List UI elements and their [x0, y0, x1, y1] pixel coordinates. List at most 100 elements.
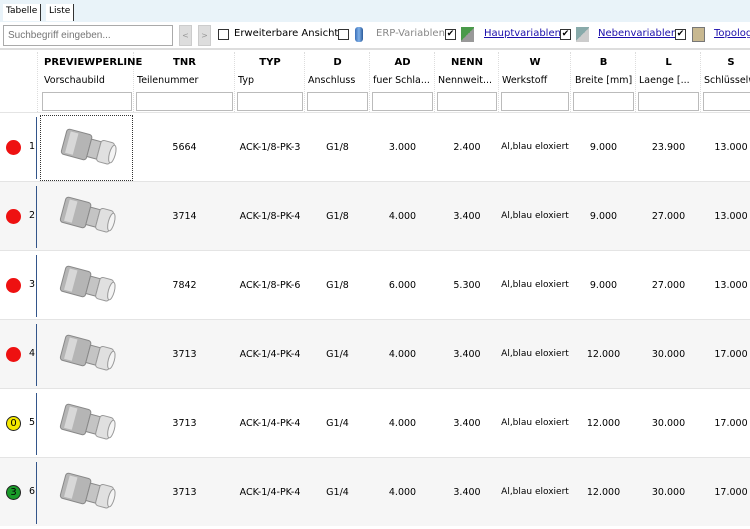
row-number: 4	[29, 348, 36, 359]
cell-s: 17.000	[714, 349, 748, 360]
cell-s: 13.000	[714, 142, 748, 153]
filter-l[interactable]	[638, 92, 699, 111]
cell-nenn: 3.400	[453, 487, 481, 498]
cell-tnr: 3713	[172, 349, 197, 360]
col-header-b[interactable]: B	[571, 57, 636, 68]
cell-nenn: 2.400	[453, 142, 481, 153]
table-row[interactable]: 3 6 3713 ACK-1/4-PK-4 G1/4 4.000 3.400 Al,blau …	[0, 457, 750, 526]
filter-preview[interactable]	[42, 92, 132, 111]
cell-typ: ACK-1/8-PK-6	[239, 280, 301, 291]
cell-tnr: 3714	[172, 211, 197, 222]
filter-d[interactable]	[307, 92, 368, 111]
table-row[interactable]: 2 3714 ACK-1/8-PK-4 G1/8 4.000 3.400 Al,blau e…	[0, 181, 750, 250]
cell-nenn: 3.400	[453, 349, 481, 360]
col-label-ad: fuer Schla...	[373, 75, 430, 86]
main-variables-checkbox[interactable]: ✔	[560, 29, 571, 40]
cell-b: 12.000	[586, 418, 621, 429]
table-row[interactable]: 4 3713 ACK-1/4-PK-4 G1/4 4.000 3.400 Al,blau e…	[0, 319, 750, 388]
cell-tnr: 3713	[172, 418, 197, 429]
cell-tnr: 5664	[172, 142, 197, 153]
cell-typ: ACK-1/8-PK-3	[239, 142, 301, 153]
col-header-s[interactable]: S	[701, 57, 750, 68]
table-row[interactable]: 1 5664 ACK-1/8-PK-3 G1/8 3.000 2.400 Al,blau e…	[0, 112, 750, 181]
next-button[interactable]: >	[198, 25, 211, 46]
cell-tnr: 7842	[172, 280, 197, 291]
filter-ad[interactable]	[372, 92, 433, 111]
cell-l: 30.000	[651, 349, 686, 360]
erp-checkbox[interactable]	[338, 29, 349, 40]
cell-l: 30.000	[651, 487, 686, 498]
prev-button[interactable]: <	[179, 25, 192, 46]
cell-w: Al,blau eloxiert	[501, 487, 569, 497]
col-header-w[interactable]: W	[499, 57, 571, 68]
row-number: 6	[29, 486, 36, 497]
filter-w[interactable]	[501, 92, 569, 111]
cell-ad: 6.000	[388, 280, 417, 291]
filter-nenn[interactable]	[437, 92, 497, 111]
part-preview-image[interactable]	[40, 460, 133, 526]
cell-typ: ACK-1/8-PK-4	[239, 211, 301, 222]
row-number: 5	[29, 417, 36, 428]
cell-w: Al,blau eloxiert	[501, 211, 569, 221]
part-preview-image[interactable]	[40, 322, 133, 388]
cell-d: G1/4	[326, 349, 349, 360]
col-label-l: Laenge [...	[639, 75, 690, 86]
topology-icon	[692, 27, 705, 42]
table-row[interactable]: 0 5 3713 ACK-1/4-PK-4 G1/4 4.000 3.400 Al,blau …	[0, 388, 750, 457]
cell-s: 17.000	[714, 487, 748, 498]
cell-nenn: 5.300	[453, 280, 481, 291]
row-number: 2	[29, 210, 36, 221]
cell-ad: 4.000	[388, 211, 417, 222]
cell-nenn: 3.400	[453, 211, 481, 222]
cell-b: 12.000	[586, 487, 621, 498]
cell-ad: 3.000	[388, 142, 417, 153]
col-label-tnr: Teilenummer	[137, 75, 199, 86]
col-label-w: Werkstoff	[502, 75, 548, 86]
extended-view-label: Erweiterbare Ansicht	[234, 28, 339, 39]
cell-l: 30.000	[651, 418, 686, 429]
filter-tnr[interactable]	[136, 92, 233, 111]
part-preview-image[interactable]	[40, 253, 133, 319]
col-header-tnr[interactable]: TNR	[134, 57, 235, 68]
col-header-typ[interactable]: TYP	[235, 57, 305, 68]
cell-w: Al,blau eloxiert	[501, 418, 569, 428]
tab-tabelle[interactable]: Tabelle	[3, 4, 42, 21]
search-input[interactable]	[3, 25, 173, 46]
main-variables-link[interactable]: Hauptvariablen	[484, 28, 561, 39]
part-preview-image[interactable]	[40, 184, 133, 250]
cell-b: 9.000	[589, 280, 618, 291]
tab-liste[interactable]: Liste	[46, 4, 75, 21]
row-number: 3	[29, 279, 36, 290]
cell-b: 12.000	[586, 349, 621, 360]
cell-d: G1/8	[326, 142, 349, 153]
col-label-nenn: Nennweit...	[438, 75, 493, 86]
table-row[interactable]: 3 7842 ACK-1/8-PK-6 G1/8 6.000 5.300 Al,blau e…	[0, 250, 750, 319]
cell-ad: 4.000	[388, 349, 417, 360]
cell-s: 17.000	[714, 418, 748, 429]
filter-b[interactable]	[573, 92, 634, 111]
col-header-ad[interactable]: AD	[370, 57, 435, 68]
cell-typ: ACK-1/4-PK-4	[239, 487, 301, 498]
part-preview-image[interactable]	[40, 391, 133, 457]
secondary-variables-link[interactable]: Nebenvariablen	[598, 28, 677, 39]
col-header-nenn[interactable]: NENN	[435, 57, 499, 68]
topology-link[interactable]: Topolog	[714, 28, 750, 39]
cell-b: 9.000	[589, 211, 618, 222]
filter-s[interactable]	[703, 92, 750, 111]
extended-view-checkbox[interactable]	[218, 29, 229, 40]
secondary-variables-checkbox[interactable]: ✔	[675, 29, 686, 40]
col-header-l[interactable]: L	[636, 57, 701, 68]
cell-ad: 4.000	[388, 418, 417, 429]
part-preview-image[interactable]	[40, 115, 133, 181]
cell-ad: 4.000	[388, 487, 417, 498]
filter-typ[interactable]	[237, 92, 303, 111]
status-red-icon	[6, 347, 21, 362]
cell-w: Al,blau eloxiert	[501, 349, 569, 359]
status-green-icon: 3	[6, 485, 21, 500]
cell-w: Al,blau eloxiert	[501, 142, 569, 152]
database-icon	[355, 27, 363, 42]
col-header-preview[interactable]: PREVIEWPERLINE	[40, 57, 142, 68]
col-header-d[interactable]: D	[305, 57, 370, 68]
cell-l: 23.900	[651, 142, 686, 153]
status-red-icon	[6, 140, 21, 155]
